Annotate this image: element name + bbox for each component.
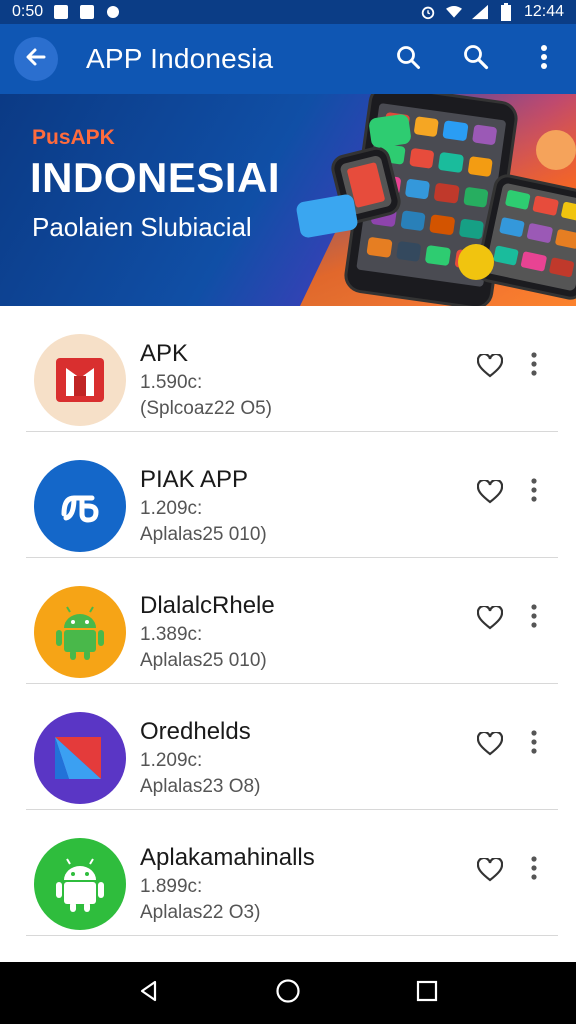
notification-box-icon bbox=[79, 4, 95, 20]
search-button[interactable] bbox=[386, 37, 430, 81]
app-size: 1.590c: bbox=[140, 372, 203, 393]
signal-icon bbox=[471, 4, 488, 20]
favorite-button[interactable] bbox=[474, 604, 506, 636]
nav-recents-button[interactable] bbox=[405, 971, 449, 1015]
banner-kicker: PusAPK bbox=[32, 126, 115, 149]
item-more-button[interactable] bbox=[520, 350, 548, 382]
system-nav-bar bbox=[0, 962, 576, 1024]
app-size: 1.209c: bbox=[140, 498, 203, 519]
list-item[interactable]: Aplakamahinalls 1.899c: Aplalas22 O3) bbox=[26, 810, 558, 936]
blue-music-icon bbox=[34, 460, 126, 552]
favorite-button[interactable] bbox=[474, 352, 506, 384]
app-bar: APP Indonesia bbox=[0, 24, 576, 94]
favorite-button[interactable] bbox=[474, 856, 506, 888]
notification-dot-icon bbox=[105, 4, 121, 20]
banner-title: INDONESIAI bbox=[30, 154, 281, 201]
search-icon bbox=[463, 44, 489, 75]
favorite-button[interactable] bbox=[474, 730, 506, 762]
heart-icon bbox=[476, 478, 504, 509]
item-more-button[interactable] bbox=[520, 602, 548, 634]
status-bar: 0:50 12:44 bbox=[0, 0, 576, 24]
app-size: 1.899c: bbox=[140, 876, 203, 897]
android-robot-icon bbox=[34, 586, 126, 678]
app-name: DlalalcRhele bbox=[140, 592, 275, 619]
page-title: APP Indonesia bbox=[86, 43, 274, 74]
list-item[interactable]: APK 1.590c: (Splcoaz22 O5) bbox=[26, 306, 558, 432]
back-triangle-icon bbox=[137, 979, 161, 1008]
heart-icon bbox=[476, 604, 504, 635]
list-item[interactable]: PIAK APP 1.209c: Aplalas25 010) bbox=[26, 432, 558, 558]
list-item[interactable]: DlalalcRhele 1.389c: Aplalas25 010) bbox=[26, 558, 558, 684]
more-vertical-icon bbox=[540, 44, 548, 75]
item-more-button[interactable] bbox=[520, 476, 548, 508]
red-folder-icon bbox=[34, 334, 126, 426]
home-circle-icon bbox=[275, 978, 301, 1009]
more-vertical-icon bbox=[531, 855, 537, 885]
play-triangle-icon bbox=[34, 712, 126, 804]
app-size: 1.389c: bbox=[140, 624, 203, 645]
alarm-icon bbox=[420, 4, 436, 20]
recents-square-icon bbox=[416, 980, 438, 1007]
app-date: Aplalas22 O3) bbox=[140, 902, 261, 923]
floating-app-tile bbox=[458, 244, 494, 280]
heart-icon bbox=[476, 352, 504, 383]
nav-home-button[interactable] bbox=[266, 971, 310, 1015]
wifi-icon bbox=[445, 4, 462, 20]
android-robot-icon bbox=[34, 838, 126, 930]
search-button-secondary[interactable] bbox=[454, 37, 498, 81]
app-list: APK 1.590c: (Splcoaz22 O5) PIAK APP 1.20… bbox=[0, 306, 576, 962]
battery-icon bbox=[498, 3, 514, 21]
item-more-button[interactable] bbox=[520, 854, 548, 886]
arrow-left-icon bbox=[24, 45, 48, 74]
heart-icon bbox=[476, 730, 504, 761]
app-date: Aplalas25 010) bbox=[140, 524, 267, 545]
floating-app-tile bbox=[536, 130, 576, 170]
favorite-button[interactable] bbox=[474, 478, 506, 510]
app-size: 1.209c: bbox=[140, 750, 203, 771]
status-right: 12:44 bbox=[420, 3, 564, 21]
more-vertical-icon bbox=[531, 351, 537, 381]
search-icon bbox=[395, 44, 421, 75]
app-name: Aplakamahinalls bbox=[140, 844, 315, 871]
heart-icon bbox=[476, 856, 504, 887]
more-vertical-icon bbox=[531, 729, 537, 759]
notification-box-icon bbox=[53, 4, 69, 20]
app-date: Aplalas25 010) bbox=[140, 650, 267, 671]
app-name: Oredhelds bbox=[140, 718, 251, 745]
app-date: (Splcoaz22 O5) bbox=[140, 398, 273, 419]
status-time-left: 0:50 bbox=[12, 3, 44, 20]
promo-banner[interactable]: PusAPK INDONESIAI Paolaien Slubiacial bbox=[0, 94, 576, 306]
back-button[interactable] bbox=[14, 37, 58, 81]
status-time-right: 12:44 bbox=[523, 3, 564, 20]
status-left: 0:50 bbox=[12, 3, 121, 21]
more-vertical-icon bbox=[531, 603, 537, 633]
floating-app-tile bbox=[368, 113, 412, 149]
banner-subtitle: Paolaien Slubiacial bbox=[32, 212, 252, 242]
app-name: APK bbox=[140, 340, 189, 367]
more-vertical-icon bbox=[531, 477, 537, 507]
app-date: Aplalas23 O8) bbox=[140, 776, 261, 797]
list-item[interactable]: Oredhelds 1.209c: Aplalas23 O8) bbox=[26, 684, 558, 810]
item-more-button[interactable] bbox=[520, 728, 548, 760]
overflow-menu-button[interactable] bbox=[522, 37, 566, 81]
nav-back-button[interactable] bbox=[127, 971, 171, 1015]
app-name: PIAK APP bbox=[140, 466, 249, 493]
